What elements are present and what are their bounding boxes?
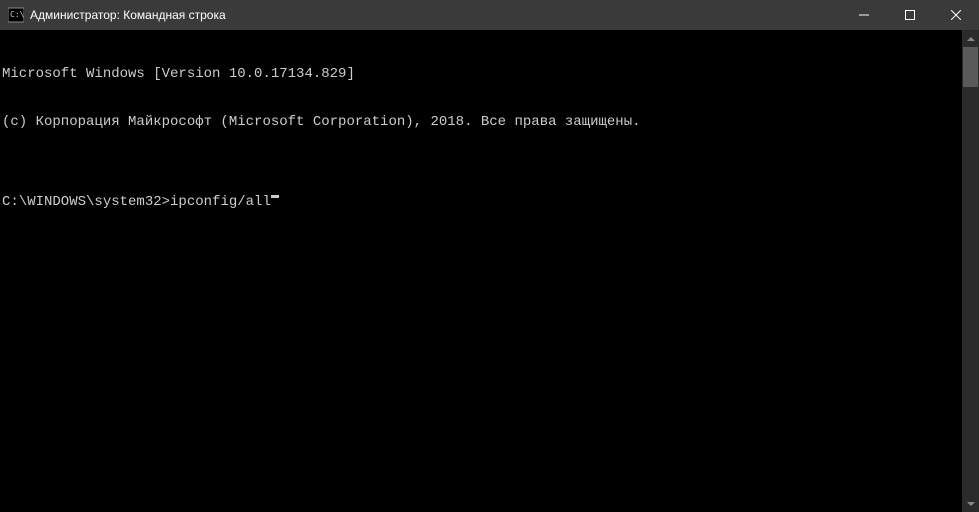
minimize-button[interactable] [841, 0, 887, 30]
prompt-line: C:\WINDOWS\system32>ipconfig/all [2, 194, 961, 210]
window-title: Администратор: Командная строка [30, 8, 226, 22]
cmd-icon: C:\ [8, 7, 24, 23]
scrollbar-track[interactable] [962, 47, 979, 495]
window-controls [841, 0, 979, 30]
titlebar[interactable]: C:\ Администратор: Командная строка [0, 0, 979, 30]
svg-text:C:\: C:\ [10, 10, 24, 19]
close-button[interactable] [933, 0, 979, 30]
copyright-line: (c) Корпорация Майкрософт (Microsoft Cor… [2, 114, 961, 130]
typed-command: ipconfig/all [170, 194, 271, 210]
vertical-scrollbar[interactable] [962, 30, 979, 512]
terminal-body[interactable]: Microsoft Windows [Version 10.0.17134.82… [0, 30, 979, 512]
prompt: C:\WINDOWS\system32> [2, 194, 170, 210]
scroll-down-arrow[interactable] [962, 495, 979, 512]
maximize-button[interactable] [887, 0, 933, 30]
text-cursor [271, 195, 279, 198]
scroll-up-arrow[interactable] [962, 30, 979, 47]
version-line: Microsoft Windows [Version 10.0.17134.82… [2, 66, 961, 82]
scrollbar-thumb[interactable] [963, 47, 978, 87]
terminal-content: Microsoft Windows [Version 10.0.17134.82… [2, 34, 961, 242]
cmd-window: C:\ Администратор: Командная строка Micr… [0, 0, 979, 512]
